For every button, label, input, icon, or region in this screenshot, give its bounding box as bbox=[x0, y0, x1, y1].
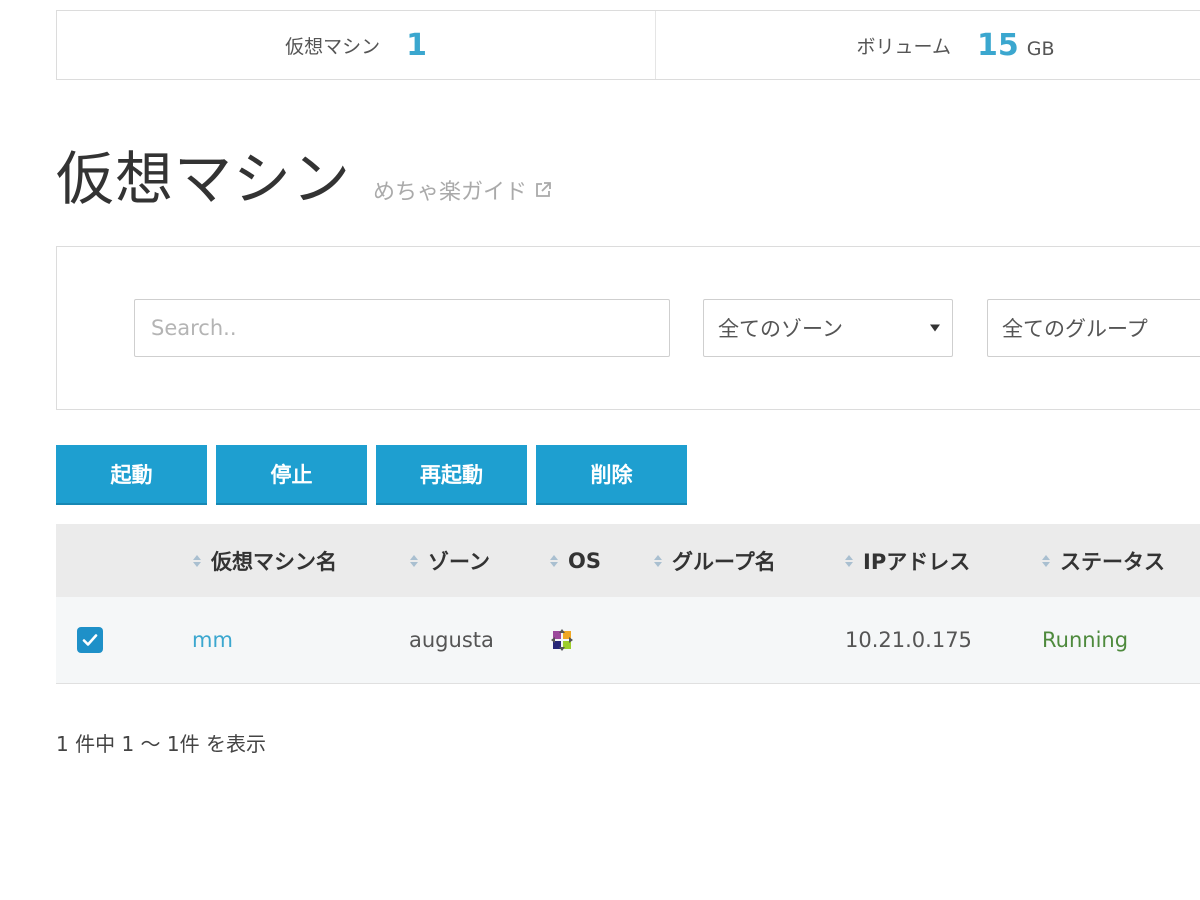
stop-button[interactable]: 停止 bbox=[216, 445, 367, 505]
sort-icon bbox=[1042, 554, 1050, 567]
zone-select[interactable]: 全てのゾーン bbox=[703, 299, 953, 357]
ip-cell: 10.21.0.175 bbox=[845, 628, 972, 652]
checkmark-icon bbox=[82, 634, 98, 646]
column-header-group-label: グループ名 bbox=[672, 549, 776, 574]
page-header: 仮想マシン めちゃ楽ガイド bbox=[56, 132, 553, 216]
group-select[interactable]: 全てのグループ bbox=[987, 299, 1200, 357]
column-header-status[interactable]: ステータス bbox=[1042, 524, 1165, 597]
column-header-os[interactable]: OS bbox=[550, 524, 601, 597]
page-title: 仮想マシン bbox=[56, 145, 352, 213]
volume-unit: GB bbox=[1026, 38, 1055, 60]
row-select-cell bbox=[77, 597, 103, 683]
pagination-info: 1 件中 1 〜 1件 を表示 bbox=[56, 732, 266, 756]
zone-caret-down-icon bbox=[930, 324, 940, 332]
table-header: 仮想マシン名 ゾーン OS グループ名 IPアドレス ステータス bbox=[56, 524, 1200, 597]
volume-stat: ボリューム 15 GB bbox=[656, 11, 1200, 79]
column-header-ip-label: IPアドレス bbox=[863, 549, 971, 574]
zone-cell: augusta bbox=[409, 628, 494, 652]
filter-panel: 全てのゾーン 全てのグループ bbox=[56, 246, 1200, 410]
search-input[interactable] bbox=[134, 299, 670, 357]
column-header-zone-label: ゾーン bbox=[428, 549, 490, 574]
column-header-group[interactable]: グループ名 bbox=[654, 524, 776, 597]
start-button[interactable]: 起動 bbox=[56, 445, 207, 505]
column-header-name-label: 仮想マシン名 bbox=[211, 549, 337, 574]
guide-link-label: めちゃ楽ガイド bbox=[373, 180, 528, 205]
centos-logo-icon bbox=[551, 629, 573, 651]
guide-link[interactable]: めちゃ楽ガイド bbox=[373, 174, 553, 206]
volume-value: 15 bbox=[976, 27, 1019, 63]
vm-name-cell: mm bbox=[192, 597, 233, 683]
zone-select-value: 全てのゾーン bbox=[718, 317, 843, 341]
column-header-status-label: ステータス bbox=[1060, 549, 1165, 574]
sort-icon bbox=[410, 554, 418, 567]
sort-icon bbox=[550, 554, 558, 567]
vm-table: 仮想マシン名 ゾーン OS グループ名 IPアドレス ステータス mm augu… bbox=[56, 524, 1200, 684]
column-header-ip[interactable]: IPアドレス bbox=[845, 524, 970, 597]
vm-count-stat: 仮想マシン 1 bbox=[57, 11, 657, 79]
vm-name-link[interactable]: mm bbox=[192, 628, 233, 652]
sort-icon bbox=[845, 554, 853, 567]
sort-icon bbox=[654, 554, 662, 567]
restart-button[interactable]: 再起動 bbox=[376, 445, 527, 505]
delete-button[interactable]: 削除 bbox=[536, 445, 687, 505]
column-header-name[interactable]: 仮想マシン名 bbox=[193, 524, 337, 597]
volume-label: ボリューム bbox=[856, 35, 951, 58]
summary-stats-bar: 仮想マシン 1 ボリューム 15 GB bbox=[56, 10, 1200, 80]
row-select-checkbox[interactable] bbox=[77, 627, 103, 653]
action-toolbar: 起動 停止 再起動 削除 bbox=[56, 445, 687, 505]
column-header-zone[interactable]: ゾーン bbox=[410, 524, 490, 597]
table-row[interactable]: mm augusta 10.21.0.175 Running bbox=[56, 597, 1200, 684]
group-select-value: 全てのグループ bbox=[1002, 317, 1148, 341]
column-header-os-label: OS bbox=[568, 548, 601, 573]
external-link-icon bbox=[536, 182, 551, 197]
status-cell: Running bbox=[1042, 628, 1129, 652]
sort-icon bbox=[193, 554, 201, 567]
os-cell bbox=[550, 597, 574, 683]
page: 仮想マシン 1 ボリューム 15 GB 仮想マシン めちゃ楽ガイド 全てのゾーン… bbox=[0, 0, 1200, 900]
vm-count-label: 仮想マシン bbox=[285, 35, 381, 58]
vm-count-value: 1 bbox=[406, 27, 427, 63]
